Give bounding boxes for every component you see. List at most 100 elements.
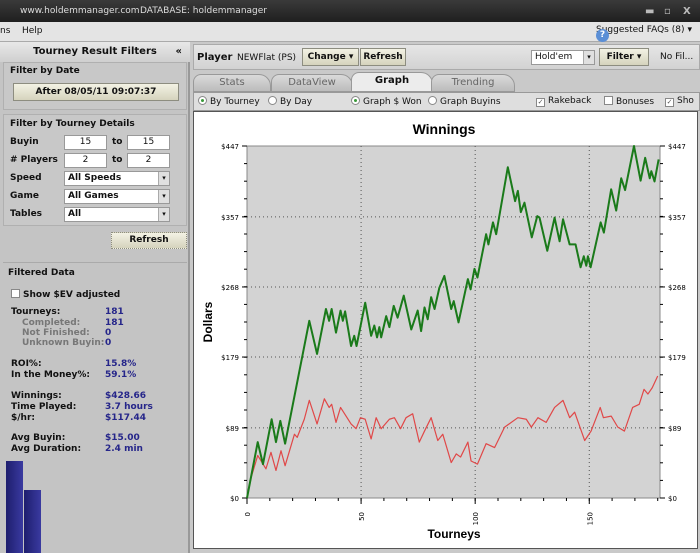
date-filter-button[interactable]: After 08/05/11 09:07:37 <box>13 83 179 101</box>
details-filter-title: Filter by Tourney Details <box>10 119 135 129</box>
checkbox-icon <box>604 96 613 105</box>
speed-select[interactable]: All Speeds ▾ <box>64 171 170 186</box>
buyin-to-input[interactable]: 15 <box>127 135 170 150</box>
divider <box>3 262 187 263</box>
game-select[interactable]: All Games ▾ <box>64 189 170 204</box>
by-day-radio[interactable]: By Day <box>268 96 312 107</box>
stat-value: 59.1% <box>105 370 137 380</box>
chevron-down-icon[interactable]: ▾ <box>583 51 594 64</box>
chevron-down-icon[interactable]: ▾ <box>158 172 169 185</box>
stat-label: $/hr: <box>11 413 35 423</box>
y-tick-label-left: $268 <box>221 284 239 292</box>
x-tick-label: 150 <box>586 512 594 525</box>
tables-select[interactable]: All ▾ <box>64 207 170 222</box>
collapse-icon[interactable]: « <box>176 42 182 62</box>
game-type-value: Hold'em <box>535 52 573 62</box>
stat-label: In the Money%: <box>11 370 90 380</box>
stat-value: 2.4 min <box>105 444 143 454</box>
stat-value: 0 <box>105 328 112 338</box>
suggested-faqs[interactable]: ? Suggested FAQs (8) ▾ <box>596 25 692 42</box>
x-tick-label: 0 <box>244 512 252 516</box>
bonuses-label: Bonuses <box>616 97 655 107</box>
filter-button[interactable]: Filter ▾ <box>599 48 649 66</box>
x-tick-label: 100 <box>472 512 480 525</box>
players-from-input[interactable]: 2 <box>64 153 107 168</box>
y-axis-label: Dollars <box>201 301 215 342</box>
panel-header: Tourney Result Filters « <box>0 42 190 62</box>
player-label: Player <box>197 52 233 63</box>
stat-label: Not Finished: <box>22 328 90 338</box>
y-tick-label-left: $0 <box>230 495 239 503</box>
stat-value: $117.44 <box>105 413 146 423</box>
chevron-down-icon: ▾ <box>636 52 642 62</box>
maximize-icon[interactable]: ▫ <box>664 6 671 17</box>
to-label: to <box>112 155 123 165</box>
menu-help[interactable]: Help <box>22 26 43 36</box>
player-name: NEWFlat (PS) <box>237 53 297 63</box>
game-type-select[interactable]: Hold'em ▾ <box>531 50 595 65</box>
checkbox-icon <box>11 289 20 298</box>
faq-label: Suggested FAQs (8) <box>596 25 685 35</box>
show-ev-checkbox[interactable]: Show $EV adjusted <box>11 289 120 300</box>
graph-buyins-label: Graph Buyins <box>440 97 501 107</box>
close-icon[interactable]: X <box>683 6 691 17</box>
speed-value: All Speeds <box>68 173 122 183</box>
tab-bar: Stats DataView Graph Trending <box>193 72 700 92</box>
help-icon: ? <box>596 29 610 42</box>
checkbox-icon: ✓ <box>536 98 545 107</box>
tab-stats[interactable]: Stats <box>193 74 271 92</box>
site-url[interactable]: www.holdemmanager.com <box>20 6 140 16</box>
rakeback-label: Rakeback <box>548 96 592 106</box>
bonuses-checkbox[interactable]: Bonuses <box>604 96 654 107</box>
change-player-button[interactable]: Change ▾ <box>302 48 359 66</box>
filter-panel: Tourney Result Filters « Filter by Date … <box>0 42 190 553</box>
y-tick-label-left: $89 <box>226 425 239 433</box>
menu-options[interactable]: ns <box>0 26 10 36</box>
player-toolbar: Player NEWFlat (PS) Change ▾ Refresh Hol… <box>193 44 700 70</box>
show-label: Sho <box>677 96 694 106</box>
stat-value: 181 <box>105 318 124 328</box>
tab-trending[interactable]: Trending <box>431 74 515 92</box>
by-tourney-radio[interactable]: By Tourney <box>198 96 260 107</box>
stat-label: Unknown Buyin: <box>22 338 105 348</box>
x-axis-label: Tourneys <box>427 527 480 541</box>
players-to-input[interactable]: 2 <box>127 153 170 168</box>
change-label: Change <box>307 52 346 62</box>
buyin-label: Buyin <box>10 137 39 147</box>
filter-label: Filter <box>606 52 634 62</box>
radio-icon <box>268 96 277 105</box>
stat-value: 15.8% <box>105 359 137 369</box>
chevron-down-icon[interactable]: ▾ <box>158 190 169 203</box>
tab-graph[interactable]: Graph <box>351 72 433 92</box>
stat-value: 181 <box>105 307 124 317</box>
y-tick-label-right: $268 <box>668 284 686 292</box>
stat-label: Time Played: <box>11 402 77 412</box>
date-filter-group: Filter by Date After 08/05/11 09:07:37 <box>3 62 187 110</box>
stat-label: Avg Duration: <box>11 444 82 454</box>
tab-dataview[interactable]: DataView <box>271 74 353 92</box>
minimize-icon[interactable]: ▬ <box>645 6 654 17</box>
show-checkbox[interactable]: ✓ Sho <box>665 96 694 107</box>
graph-buyins-radio[interactable]: Graph Buyins <box>428 96 501 107</box>
graph-won-radio[interactable]: Graph $ Won <box>351 96 422 107</box>
stat-value: 0 <box>105 338 112 348</box>
graph-options: By Tourney By Day Graph $ Won Graph Buyi… <box>193 92 700 111</box>
tables-label: Tables <box>10 209 43 219</box>
checkbox-icon: ✓ <box>665 98 674 107</box>
panel-title: Tourney Result Filters <box>33 46 157 57</box>
refresh-filters-button[interactable]: Refresh <box>111 232 187 249</box>
mini-bar <box>6 461 23 553</box>
players-label: # Players <box>10 155 58 165</box>
refresh-button[interactable]: Refresh <box>360 48 406 66</box>
buyin-from-input[interactable]: 15 <box>64 135 107 150</box>
to-label: to <box>112 137 123 147</box>
chevron-down-icon[interactable]: ▾ <box>158 208 169 221</box>
by-day-label: By Day <box>280 97 313 107</box>
x-tick-label: 50 <box>358 512 366 521</box>
y-tick-label-right: $0 <box>668 495 677 503</box>
game-value: All Games <box>68 191 119 201</box>
stat-value: 3.7 hours <box>105 402 153 412</box>
stat-label: Winnings: <box>11 391 62 401</box>
rakeback-checkbox[interactable]: ✓ Rakeback <box>536 96 591 107</box>
details-filter-group: Filter by Tourney Details Buyin 15 to 15… <box>3 114 187 226</box>
